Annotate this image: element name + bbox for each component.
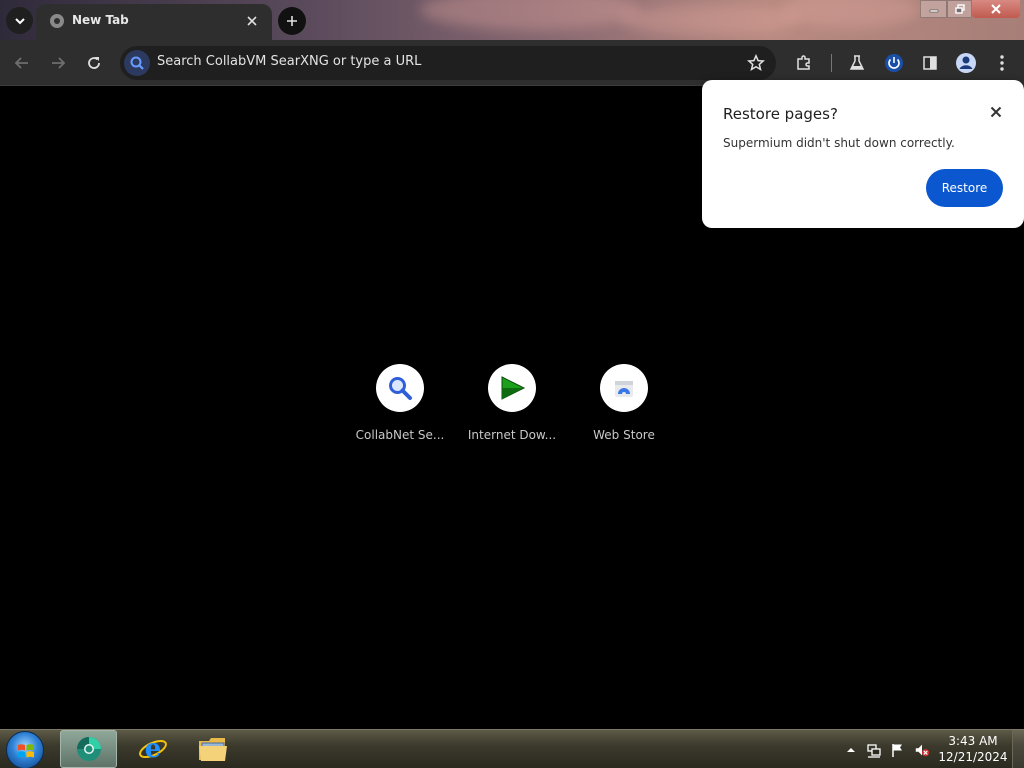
close-icon: [247, 16, 257, 26]
tab-new-tab[interactable]: New Tab: [36, 4, 272, 40]
arrow-left-icon: [14, 57, 28, 69]
search-icon: [124, 50, 150, 76]
profile-button[interactable]: [952, 49, 980, 77]
dialog-message: Supermium didn't shut down correctly.: [723, 136, 955, 150]
network-tray-icon[interactable]: [866, 742, 882, 758]
dialog-title: Restore pages?: [723, 105, 838, 123]
network-icon: [867, 744, 881, 758]
tab-title: New Tab: [72, 13, 129, 27]
labs-button[interactable]: [843, 49, 871, 77]
globe-icon: [50, 14, 64, 28]
restore-button[interactable]: Restore: [926, 169, 1003, 207]
kebab-menu-icon: [1000, 55, 1004, 71]
clock-date: 12/21/2024: [938, 750, 1008, 764]
back-button[interactable]: [8, 49, 36, 77]
action-center-tray-icon[interactable]: [890, 742, 906, 758]
shortcut-icon-container: [376, 364, 424, 412]
shortcut-icon-container: [488, 364, 536, 412]
close-icon: [990, 106, 1002, 118]
puzzle-icon: [797, 55, 810, 70]
star-icon: [747, 54, 765, 71]
tab-search-button[interactable]: [6, 7, 33, 34]
new-tab-button[interactable]: [278, 7, 306, 35]
bookmark-star-button[interactable]: [744, 51, 768, 75]
shortcut-label: Web Store: [593, 428, 655, 442]
menu-button[interactable]: [988, 49, 1016, 77]
browser-app-icon: [76, 737, 101, 761]
forward-button[interactable]: [44, 49, 72, 77]
shortcut-internet-download[interactable]: Internet Dow...: [462, 364, 562, 442]
browser-titlebar: New Tab: [0, 0, 1024, 40]
volume-muted-icon: [915, 744, 930, 757]
dialog-close-button[interactable]: [986, 102, 1006, 122]
volume-tray-icon[interactable]: [914, 742, 930, 758]
taskbar-clock[interactable]: 3:43 AM 12/21/2024: [938, 733, 1008, 765]
side-panel-icon: [923, 56, 937, 70]
taskbar-app-file-explorer[interactable]: [184, 730, 241, 768]
toolbar-divider: [831, 54, 832, 72]
show-hidden-icons-button[interactable]: [843, 742, 859, 758]
flag-icon: [892, 744, 902, 757]
svg-text:e: e: [144, 734, 161, 764]
start-button[interactable]: [6, 731, 44, 768]
chevron-down-icon: [14, 17, 25, 24]
folder-icon: [198, 738, 227, 761]
clock-time: 3:43 AM: [948, 734, 998, 748]
taskbar-app-internet-explorer[interactable]: e: [124, 730, 181, 768]
window-close-button[interactable]: [972, 0, 1020, 18]
restore-pages-dialog: Restore pages? Supermium didn't shut dow…: [702, 80, 1024, 228]
address-bar[interactable]: Search CollabVM SearXNG or type a URL: [120, 46, 776, 80]
web-store-icon: [615, 381, 633, 397]
minimize-icon: [929, 9, 938, 13]
shortcut-icon-container: [600, 364, 648, 412]
screen: New Tab Search CollabVM SearXNG or type …: [0, 0, 1024, 768]
reload-icon: [88, 57, 100, 69]
arrow-right-icon: [52, 57, 66, 69]
shortcut-label: CollabNet Se...: [355, 428, 445, 442]
plus-icon: [287, 16, 297, 26]
windows-logo-icon: [18, 744, 34, 758]
taskbar: e 3:43 AM 12/21/2024: [0, 729, 1024, 768]
avatar-icon: [956, 53, 976, 73]
internet-explorer-icon: e: [138, 734, 167, 764]
chevron-up-icon: [847, 748, 855, 752]
restore-down-button[interactable]: [947, 0, 972, 18]
shortcut-web-store[interactable]: Web Store: [574, 364, 674, 442]
close-icon: [991, 4, 1001, 14]
reload-button[interactable]: [80, 49, 108, 77]
play-icon: [501, 376, 526, 400]
shortcut-label: Internet Dow...: [467, 428, 557, 442]
address-bar-placeholder: Search CollabVM SearXNG or type a URL: [157, 54, 422, 69]
show-desktop-button[interactable]: [1012, 730, 1024, 768]
flask-icon: [849, 55, 865, 70]
shortcut-collabnet-search[interactable]: CollabNet Se...: [350, 364, 450, 442]
tab-close-button[interactable]: [242, 11, 262, 31]
extensions-button[interactable]: [790, 49, 818, 77]
restore-down-icon: [954, 4, 965, 14]
search-icon: [389, 377, 412, 400]
minimize-button[interactable]: [920, 0, 947, 18]
power-extension-button[interactable]: [880, 49, 908, 77]
taskbar-app-browser[interactable]: [60, 730, 117, 768]
side-panel-button[interactable]: [916, 49, 944, 77]
power-icon: [885, 54, 903, 72]
